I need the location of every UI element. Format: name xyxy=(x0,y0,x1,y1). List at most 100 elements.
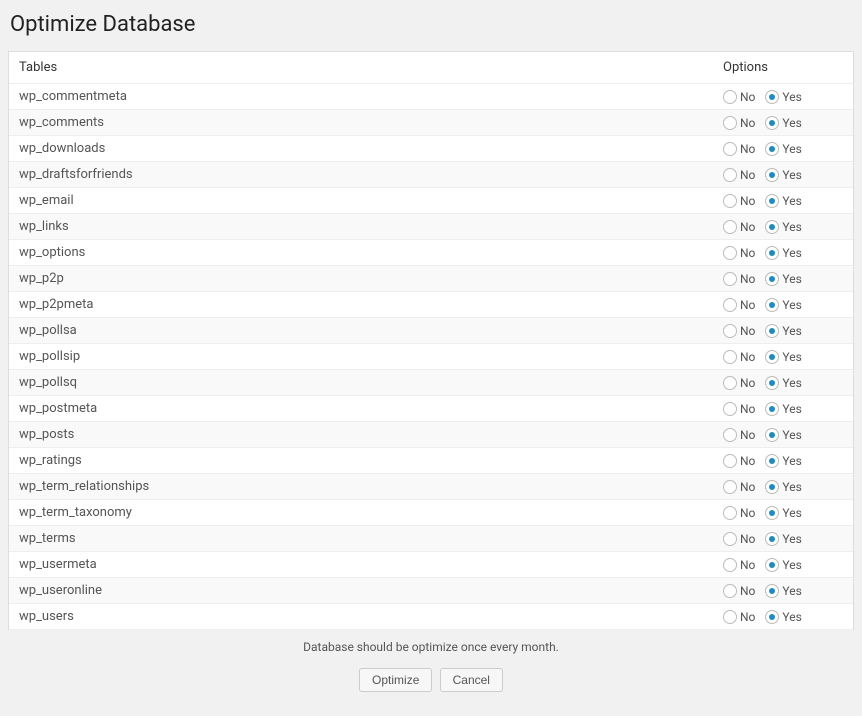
radio-group: NoYes xyxy=(723,610,843,624)
radio-no-label: No xyxy=(740,402,755,416)
radio-no[interactable] xyxy=(723,610,737,624)
radio-option-yes: Yes xyxy=(765,350,807,364)
radio-option-yes: Yes xyxy=(765,402,807,416)
table-name: wp_comments xyxy=(19,115,723,130)
radio-no[interactable] xyxy=(723,324,737,338)
optimize-button[interactable]: Optimize xyxy=(359,668,432,692)
radio-group: No Yes xyxy=(723,506,843,520)
radio-yes[interactable] xyxy=(765,194,779,208)
radio-yes[interactable] xyxy=(765,168,779,182)
radio-option-no: No xyxy=(723,454,761,468)
radio-option-no: No xyxy=(723,168,761,182)
radio-option-yes: Yes xyxy=(765,168,807,182)
radio-yes[interactable] xyxy=(765,532,779,546)
radio-yes-label: Yes xyxy=(782,506,801,520)
radio-group: NoYes xyxy=(723,246,843,260)
table-row: wp_p2pNoYes xyxy=(9,266,853,292)
radio-no[interactable] xyxy=(723,350,737,364)
radio-no[interactable] xyxy=(723,220,737,234)
radio-no[interactable] xyxy=(723,168,737,182)
radio-yes-label: Yes xyxy=(782,558,801,572)
radio-option-yes: Yes xyxy=(765,116,807,130)
radio-no-label: No xyxy=(740,506,755,520)
radio-yes-label: Yes xyxy=(782,454,801,468)
radio-yes[interactable] xyxy=(765,220,779,234)
radio-option-yes: Yes xyxy=(765,506,807,520)
radio-yes[interactable] xyxy=(765,402,779,416)
radio-group: No Yes xyxy=(723,194,843,208)
radio-no-label: No xyxy=(740,116,755,130)
optimize-table: Tables Options wp_commentmetaNoYeswp_com… xyxy=(8,51,854,630)
radio-no[interactable] xyxy=(723,402,737,416)
radio-no[interactable] xyxy=(723,298,737,312)
table-row: wp_usersNoYes xyxy=(9,604,853,630)
radio-yes[interactable] xyxy=(765,90,779,104)
table-row: wp_downloadsNoYes xyxy=(9,136,853,162)
radio-option-no: No xyxy=(723,116,761,130)
radio-no-label: No xyxy=(740,194,755,208)
radio-yes[interactable] xyxy=(765,428,779,442)
cancel-button[interactable]: Cancel xyxy=(440,668,503,692)
radio-yes[interactable] xyxy=(765,454,779,468)
table-row: wp_emailNoYes xyxy=(9,188,853,214)
radio-yes[interactable] xyxy=(765,298,779,312)
radio-no[interactable] xyxy=(723,194,737,208)
table-row: wp_term_relationshipsNoYes xyxy=(9,474,853,500)
radio-yes-label: Yes xyxy=(782,168,801,182)
radio-option-no: No xyxy=(723,376,761,390)
radio-option-no: No xyxy=(723,324,761,338)
table-name: wp_pollsq xyxy=(19,375,723,390)
radio-yes[interactable] xyxy=(765,584,779,598)
radio-no[interactable] xyxy=(723,480,737,494)
radio-yes[interactable] xyxy=(765,610,779,624)
radio-yes[interactable] xyxy=(765,142,779,156)
radio-no-label: No xyxy=(740,350,755,364)
radio-no[interactable] xyxy=(723,116,737,130)
table-name: wp_posts xyxy=(19,427,723,442)
radio-option-no: No xyxy=(723,532,761,546)
radio-no[interactable] xyxy=(723,90,737,104)
radio-no-label: No xyxy=(740,90,755,104)
radio-option-no: No xyxy=(723,142,761,156)
radio-no[interactable] xyxy=(723,376,737,390)
radio-yes[interactable] xyxy=(765,376,779,390)
radio-yes[interactable] xyxy=(765,246,779,260)
radio-yes[interactable] xyxy=(765,272,779,286)
radio-group: NoYes xyxy=(723,324,843,338)
radio-yes[interactable] xyxy=(765,116,779,130)
radio-no[interactable] xyxy=(723,532,737,546)
radio-no-label: No xyxy=(740,480,755,494)
footer-note: Database should be optimize once every m… xyxy=(8,630,854,662)
radio-yes[interactable] xyxy=(765,558,779,572)
radio-no[interactable] xyxy=(723,272,737,286)
radio-yes[interactable] xyxy=(765,480,779,494)
radio-no-label: No xyxy=(740,324,755,338)
table-name: wp_pollsip xyxy=(19,349,723,364)
table-name: wp_links xyxy=(19,219,723,234)
radio-no-label: No xyxy=(740,454,755,468)
radio-yes-label: Yes xyxy=(782,142,801,156)
radio-group: No Yes xyxy=(723,142,843,156)
page-title: Optimize Database xyxy=(10,12,854,37)
radio-no[interactable] xyxy=(723,584,737,598)
table-name: wp_draftsforfriends xyxy=(19,167,723,182)
radio-option-no: No xyxy=(723,506,761,520)
radio-no[interactable] xyxy=(723,142,737,156)
header-tables: Tables xyxy=(19,60,723,75)
radio-yes[interactable] xyxy=(765,506,779,520)
radio-option-yes: Yes xyxy=(765,142,807,156)
radio-option-no: No xyxy=(723,298,761,312)
radio-yes[interactable] xyxy=(765,324,779,338)
radio-option-no: No xyxy=(723,246,761,260)
radio-option-yes: Yes xyxy=(765,532,807,546)
radio-option-yes: Yes xyxy=(765,584,807,598)
radio-no[interactable] xyxy=(723,246,737,260)
radio-no[interactable] xyxy=(723,428,737,442)
radio-no[interactable] xyxy=(723,558,737,572)
radio-no[interactable] xyxy=(723,506,737,520)
radio-no[interactable] xyxy=(723,454,737,468)
radio-yes-label: Yes xyxy=(782,194,801,208)
radio-option-no: No xyxy=(723,90,761,104)
radio-yes[interactable] xyxy=(765,350,779,364)
table-name: wp_commentmeta xyxy=(19,89,723,104)
